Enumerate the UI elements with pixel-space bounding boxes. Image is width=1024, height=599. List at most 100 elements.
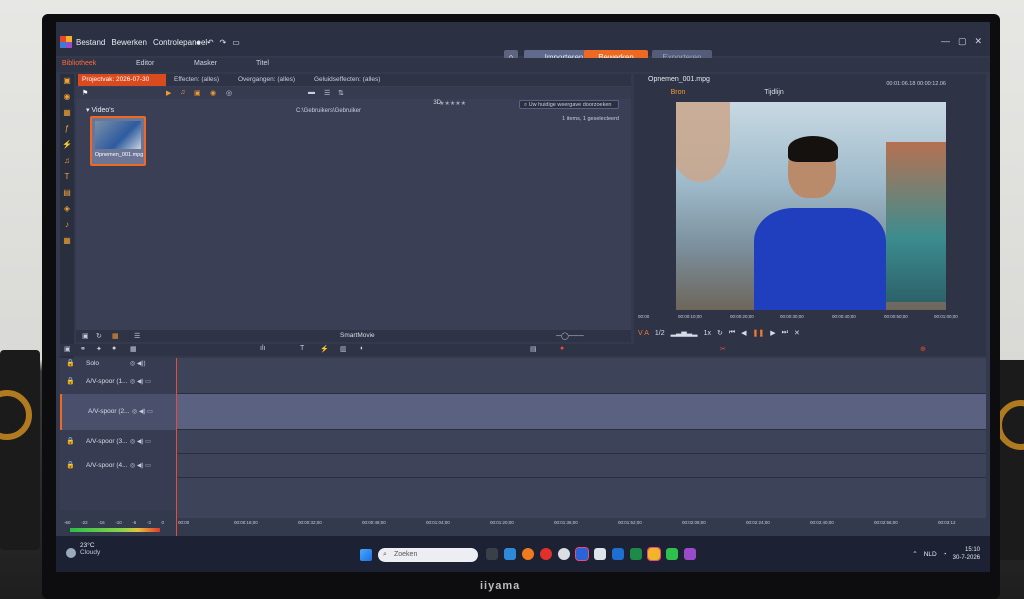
ratio-select[interactable]: 1/2 [655, 330, 665, 337]
view-mode-icon[interactable]: ☰ [134, 332, 140, 340]
text-icon[interactable]: T [60, 170, 74, 184]
track-lane-4[interactable] [176, 454, 986, 478]
track-controls[interactable]: ◎ ◀) ▭ [130, 454, 151, 478]
excel-icon[interactable] [630, 548, 642, 560]
tool-audio-icon[interactable]: ılı [260, 345, 265, 352]
track-controls[interactable]: ◎ ◀) ▭ [130, 430, 151, 454]
explorer-icon[interactable] [594, 548, 606, 560]
task-view-icon[interactable] [486, 548, 498, 560]
tool-marker-icon[interactable]: ● [112, 345, 116, 352]
track-header-1[interactable]: 🔒 A/V-spoor (1... ◎ ◀) ▭ [60, 370, 176, 394]
tool-link-icon[interactable]: ⚭ [80, 345, 86, 353]
tab-source[interactable]: Bron [648, 88, 708, 98]
rating-stars[interactable]: ★★★★★ [439, 100, 466, 107]
list-view-icon[interactable]: ☰ [324, 89, 330, 97]
tool-select-icon[interactable]: ▣ [64, 345, 71, 353]
edge-icon[interactable] [504, 548, 516, 560]
tool-text-icon[interactable]: T [300, 345, 304, 352]
pinnacle-icon[interactable] [684, 548, 696, 560]
taskbar-search[interactable]: ⌕ Zoeken [378, 548, 478, 562]
redo-icon[interactable]: ↷ [220, 38, 227, 47]
tool-snap-icon[interactable]: ✦ [96, 345, 102, 353]
track-controls[interactable]: ◎ ◀) ▭ [130, 370, 151, 394]
timeline-area[interactable] [176, 358, 986, 554]
start-button[interactable] [360, 549, 372, 561]
speed-select[interactable]: 1x [704, 330, 711, 337]
photo-filter-icon[interactable]: ▣ [194, 89, 201, 97]
track-lane-2[interactable] [176, 394, 986, 430]
tab-editor[interactable]: Editor [136, 60, 154, 67]
track-header-4[interactable]: 🔒 A/V-spoor (4... ◎ ◀) ▭ [60, 454, 176, 478]
transition-icon[interactable]: ⚡ [60, 138, 74, 152]
tool-record-icon[interactable]: ● [560, 345, 564, 352]
store-icon[interactable] [612, 548, 624, 560]
project-filter-icon[interactable]: ◉ [210, 89, 216, 97]
track-lane-1[interactable] [176, 370, 986, 394]
lock-icon[interactable]: 🔒 [66, 454, 75, 478]
grid-icon[interactable]: ▦ [60, 234, 74, 248]
tab-transitions[interactable]: Overgangen: (alles) [234, 74, 299, 86]
library-search[interactable]: ⌕ Uw huidige weergave doorzoeken [519, 100, 619, 109]
eye-icon[interactable]: ◎ [226, 89, 232, 97]
language-indicator[interactable]: NLD [924, 551, 937, 558]
pause-icon[interactable]: ❚❚ [753, 329, 765, 337]
tool-grid-icon[interactable]: ▦ [130, 345, 137, 353]
undo-icon[interactable]: ↶ [207, 38, 214, 47]
tab-sound-effects[interactable]: Geluidseffecten: (alles) [310, 74, 384, 86]
va-toggle[interactable]: V A [638, 330, 649, 337]
opera-icon[interactable] [540, 548, 552, 560]
menu-edit[interactable]: Bewerken [111, 38, 147, 47]
zoom-slider-icon[interactable]: ─◯─── [556, 332, 584, 340]
lock-icon[interactable]: 🔒 [66, 358, 75, 370]
track-header-2[interactable]: A/V-spoor (2... ◎ ◀) ▭ [60, 394, 176, 430]
photo-icon[interactable]: ▦ [60, 106, 74, 120]
preview-ruler[interactable]: 00:00 00:00:10;00 00:00:20;00 00:00:30;0… [634, 314, 986, 324]
skip-back-icon[interactable]: ⏮ [729, 329, 735, 337]
loop-icon[interactable]: ↻ [717, 329, 723, 337]
solo-controls[interactable]: ◎ ◀)) [130, 358, 146, 370]
app-icon[interactable] [575, 547, 589, 561]
video-filter-icon[interactable]: ▶ [166, 89, 171, 97]
clip-thumbnail[interactable]: Opnemen_001.mpg [90, 116, 146, 166]
refresh-icon[interactable]: ↻ [96, 332, 102, 340]
skip-forward-icon[interactable]: ⏭ [782, 329, 788, 337]
maximize-icon[interactable]: ▢ [958, 36, 967, 47]
help-icon[interactable]: ● [196, 38, 201, 47]
minimize-icon[interactable]: — [941, 36, 950, 47]
effects-icon[interactable]: ƒ [60, 122, 74, 136]
music-icon[interactable]: ♫ [60, 154, 74, 168]
chat-icon[interactable] [666, 548, 678, 560]
tab-mask[interactable]: Masker [194, 60, 217, 67]
disc-icon[interactable]: ◉ [60, 90, 74, 104]
lock-icon[interactable]: 🔒 [66, 370, 75, 394]
document-icon[interactable]: ▭ [232, 38, 240, 47]
tool-split-icon[interactable]: ⚡ [320, 345, 329, 353]
tool-copy-icon[interactable]: ▥ [340, 345, 347, 353]
firefox-icon[interactable] [522, 548, 534, 560]
step-back-icon[interactable]: ◀ [741, 329, 746, 337]
folder-icon[interactable]: ▬ [308, 89, 315, 96]
audio-filter-icon[interactable]: ♫ [180, 89, 185, 96]
tool-scissors-icon[interactable]: ✂ [720, 345, 726, 353]
layers-icon[interactable]: ◈ [60, 202, 74, 216]
tool-mix-icon[interactable]: ◐ [360, 345, 364, 352]
sort-icon[interactable]: ⇅ [338, 89, 344, 97]
track-controls[interactable]: ◎ ◀) ▭ [132, 394, 153, 430]
timeline-ruler[interactable]: 00:00 00:00:16;00 00:00:32;00 00:00:48;0… [176, 518, 986, 534]
track-lane-3[interactable] [176, 430, 986, 454]
tab-title[interactable]: Titel [256, 60, 269, 67]
solo-label[interactable]: Solo [86, 360, 99, 367]
wifi-icon[interactable]: ◔ [943, 551, 947, 558]
app-yellow-icon[interactable] [647, 547, 661, 561]
tool-zoom-icon[interactable]: ⊕ [920, 345, 926, 353]
folder-videos[interactable]: ▾ Video's [86, 106, 114, 114]
tab-library[interactable]: Bibliotheek [62, 60, 96, 67]
lock-icon[interactable]: 🔒 [66, 430, 75, 454]
chevron-up-icon[interactable]: ⌃ [912, 550, 917, 558]
smart-movie-label[interactable]: SmartMovie [340, 332, 375, 339]
close-icon[interactable]: ✕ [974, 36, 982, 47]
add-icon[interactable]: ▣ [82, 332, 89, 340]
menu-file[interactable]: Bestand [76, 38, 105, 47]
tag-icon[interactable]: ▦ [112, 332, 119, 340]
track-header-3[interactable]: 🔒 A/V-spoor (3... ◎ ◀) ▭ [60, 430, 176, 454]
